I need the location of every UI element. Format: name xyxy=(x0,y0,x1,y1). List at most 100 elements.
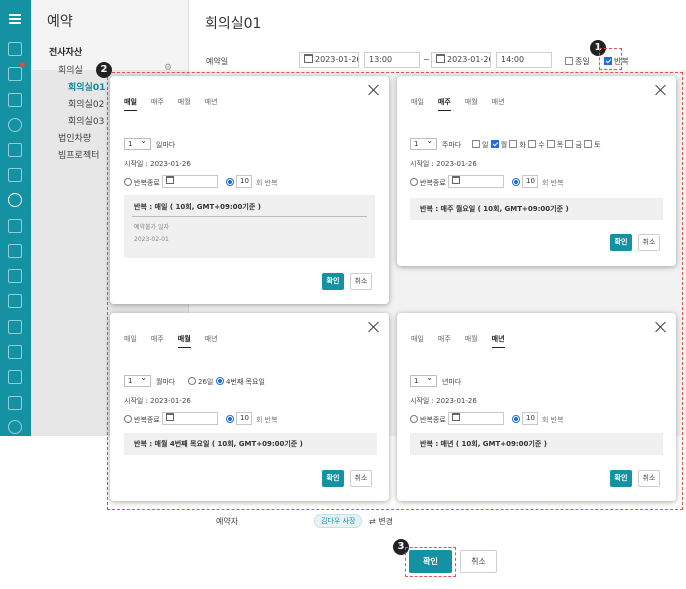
count-input[interactable]: 10 xyxy=(236,175,252,188)
count-input[interactable]: 10 xyxy=(522,412,538,425)
board-icon[interactable] xyxy=(8,244,22,258)
end-repeat-radio[interactable]: 반복종료 xyxy=(124,415,160,425)
day-mon[interactable]: 월 xyxy=(490,140,507,149)
tab-yearly[interactable]: 매년 xyxy=(205,97,218,110)
count-unit: 회 반복 xyxy=(542,416,564,424)
option-day-radio[interactable]: 26일 xyxy=(188,377,213,387)
booker-badge: 김다우 사장 xyxy=(314,514,363,528)
summary-box: 반복 : 매일 ( 10회, GMT+09:00기준 ) 예약불가 일자 202… xyxy=(124,195,375,258)
confirm-button[interactable]: 확인 xyxy=(322,273,344,290)
cancel-button[interactable]: 취소 xyxy=(638,234,660,251)
weekday-checkboxes: 일 월 화 수 목 금 토 xyxy=(472,140,601,150)
date-label: 예약일 xyxy=(206,57,229,66)
unavailable-date: 2023-02-01 xyxy=(134,236,169,243)
confirm-button[interactable]: 확인 xyxy=(610,470,632,487)
start-time-field[interactable]: 13:00 xyxy=(364,52,420,68)
menu-icon[interactable] xyxy=(8,12,22,26)
day-tue[interactable]: 화 xyxy=(509,140,526,149)
folder-icon[interactable] xyxy=(8,143,22,157)
cancel-button[interactable]: 취소 xyxy=(638,470,660,487)
count-radio[interactable] xyxy=(512,415,522,424)
divider xyxy=(132,216,367,217)
tab-monthly[interactable]: 매월 xyxy=(178,97,191,110)
tab-weekly[interactable]: 매주 xyxy=(437,97,451,111)
briefcase-icon[interactable] xyxy=(8,269,22,283)
day-fri[interactable]: 금 xyxy=(565,140,582,149)
end-date-field[interactable]: 2023-01-26 xyxy=(431,52,491,68)
close-icon[interactable] xyxy=(655,321,667,333)
apps-icon[interactable] xyxy=(8,294,22,308)
close-icon[interactable] xyxy=(368,84,380,96)
interval-select[interactable]: 1 xyxy=(124,373,151,387)
tab-daily[interactable]: 매일 xyxy=(411,97,424,110)
change-link[interactable]: ⇄ 변경 xyxy=(369,516,393,527)
tab-yearly[interactable]: 매년 xyxy=(205,334,218,347)
day-sat[interactable]: 토 xyxy=(584,140,601,149)
day-thu[interactable]: 목 xyxy=(546,140,563,149)
end-repeat-radio[interactable]: 반복종료 xyxy=(124,178,160,188)
cancel-button[interactable]: 취소 xyxy=(460,550,497,573)
home-icon[interactable] xyxy=(8,42,22,56)
interval-unit: 주마다 xyxy=(442,141,462,149)
tab-daily[interactable]: 매일 xyxy=(411,334,424,347)
chat-icon[interactable] xyxy=(8,396,22,410)
end-repeat-radio[interactable]: 반복종료 xyxy=(410,178,446,188)
mail-icon[interactable] xyxy=(8,67,22,81)
option-week-radio[interactable]: 4번째 목요일 xyxy=(216,377,265,387)
tab-yearly[interactable]: 매년 xyxy=(492,97,505,110)
radio-icon xyxy=(124,178,132,186)
tab-weekly[interactable]: 매주 xyxy=(151,97,164,110)
count-radio[interactable] xyxy=(512,178,522,187)
calendar-icon[interactable] xyxy=(8,93,22,107)
confirm-button[interactable]: 확인 xyxy=(322,470,344,487)
document-icon[interactable] xyxy=(8,320,22,334)
tab-weekly[interactable]: 매주 xyxy=(151,334,164,347)
count-radio[interactable] xyxy=(226,178,236,187)
bullets-icon[interactable] xyxy=(8,370,22,384)
interval-select[interactable]: 1 xyxy=(124,136,151,150)
submit-button[interactable]: 확인 xyxy=(409,550,452,573)
end-repeat-radio[interactable]: 반복종료 xyxy=(410,415,446,425)
settings-icon[interactable] xyxy=(8,420,22,434)
tab-yearly[interactable]: 매년 xyxy=(491,334,505,348)
cancel-button[interactable]: 취소 xyxy=(350,470,372,487)
grid-icon[interactable] xyxy=(8,168,22,182)
tab-monthly[interactable]: 매월 xyxy=(177,334,191,348)
tab-weekly[interactable]: 매주 xyxy=(438,334,451,347)
close-icon[interactable] xyxy=(655,84,667,96)
count-input[interactable]: 10 xyxy=(236,412,252,425)
list-icon[interactable] xyxy=(8,345,22,359)
cancel-button[interactable]: 취소 xyxy=(350,273,372,290)
notification-dot-icon xyxy=(20,62,25,67)
tab-monthly[interactable]: 매월 xyxy=(465,334,478,347)
repeat-modal-yearly: 매일매주매월매년 1 년마다 시작일 : 2023-01-26 반복종료 10 … xyxy=(397,313,676,501)
radio-checked-icon xyxy=(226,178,234,186)
callout-2: 2 xyxy=(96,62,112,78)
count-radio[interactable] xyxy=(226,415,236,424)
end-time-field[interactable]: 14:00 xyxy=(496,52,552,68)
interval-select[interactable]: 1 xyxy=(410,136,437,150)
person-icon[interactable] xyxy=(8,118,22,132)
confirm-button[interactable]: 확인 xyxy=(610,234,632,251)
end-date-input[interactable] xyxy=(162,175,218,188)
tab-daily[interactable]: 매일 xyxy=(124,97,137,111)
edit-icon[interactable] xyxy=(8,219,22,233)
day-sun[interactable]: 일 xyxy=(472,140,488,149)
start-date-field[interactable]: 2023-01-26 xyxy=(299,52,359,68)
close-icon[interactable] xyxy=(368,321,380,333)
end-date-input[interactable] xyxy=(448,412,504,425)
allday-checkbox[interactable]: 종일 xyxy=(565,56,590,67)
end-date-input[interactable] xyxy=(448,175,504,188)
clock-icon[interactable] xyxy=(8,193,22,207)
start-date-text: 시작일 : 2023-01-26 xyxy=(124,397,191,405)
interval-select[interactable]: 1 xyxy=(410,373,437,387)
day-wed[interactable]: 수 xyxy=(528,140,545,149)
count-input[interactable]: 10 xyxy=(522,175,538,188)
tab-monthly[interactable]: 매월 xyxy=(465,97,478,110)
end-date-input[interactable] xyxy=(162,412,218,425)
count-unit: 회 반복 xyxy=(542,179,564,187)
checkbox-icon xyxy=(565,57,573,65)
unavailable-label: 예약불가 일자 xyxy=(134,224,170,231)
tab-daily[interactable]: 매일 xyxy=(124,334,137,347)
tree-group[interactable]: 전사자산 xyxy=(49,45,82,58)
